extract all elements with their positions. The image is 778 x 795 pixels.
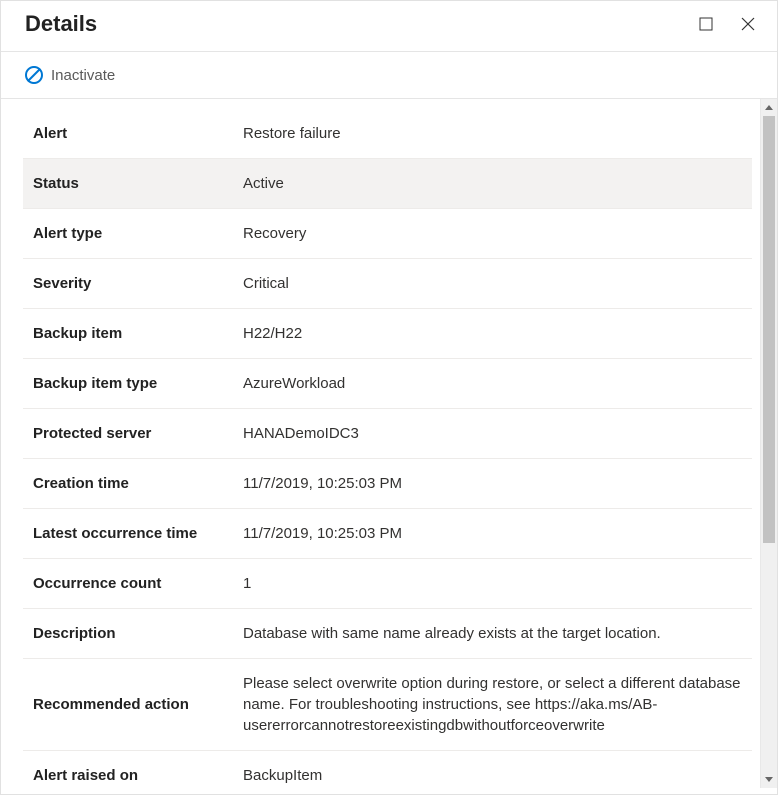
- maximize-button[interactable]: [697, 15, 715, 33]
- inactivate-button[interactable]: Inactivate: [25, 64, 115, 86]
- row-value: BackupItem: [233, 751, 752, 789]
- row-label: Alert raised on: [23, 751, 233, 789]
- details-table: AlertRestore failureStatusActiveAlert ty…: [23, 109, 752, 788]
- row-label: Occurrence count: [23, 559, 233, 609]
- title-bar: Details: [1, 1, 777, 52]
- row-label: Alert: [23, 109, 233, 159]
- details-content: AlertRestore failureStatusActiveAlert ty…: [1, 99, 760, 788]
- row-value: 11/7/2019, 10:25:03 PM: [233, 459, 752, 509]
- row-label: Backup item type: [23, 359, 233, 409]
- row-label: Creation time: [23, 459, 233, 509]
- toolbar: Inactivate: [1, 52, 777, 99]
- row-value: Restore failure: [233, 109, 752, 159]
- table-row: SeverityCritical: [23, 259, 752, 309]
- row-label: Recommended action: [23, 659, 233, 751]
- table-row: Occurrence count1: [23, 559, 752, 609]
- row-value: Active: [233, 159, 752, 209]
- table-row: Alert raised onBackupItem: [23, 751, 752, 789]
- row-value: Critical: [233, 259, 752, 309]
- row-value: AzureWorkload: [233, 359, 752, 409]
- scroll-down-arrow[interactable]: [761, 771, 777, 788]
- close-button[interactable]: [739, 15, 757, 33]
- row-label: Protected server: [23, 409, 233, 459]
- window-title: Details: [25, 11, 97, 37]
- scroll-up-arrow[interactable]: [761, 99, 777, 116]
- table-row: Backup item typeAzureWorkload: [23, 359, 752, 409]
- table-row: Alert typeRecovery: [23, 209, 752, 259]
- table-row: Latest occurrence time11/7/2019, 10:25:0…: [23, 509, 752, 559]
- ban-icon: [25, 66, 43, 84]
- table-row: AlertRestore failure: [23, 109, 752, 159]
- vertical-scrollbar[interactable]: [760, 99, 777, 788]
- row-value: H22/H22: [233, 309, 752, 359]
- row-label: Status: [23, 159, 233, 209]
- row-value: HANADemoIDC3: [233, 409, 752, 459]
- maximize-icon: [699, 17, 713, 31]
- row-value: 1: [233, 559, 752, 609]
- row-value: Database with same name already exists a…: [233, 609, 752, 659]
- inactivate-label: Inactivate: [51, 67, 115, 84]
- close-icon: [741, 17, 755, 31]
- row-value: 11/7/2019, 10:25:03 PM: [233, 509, 752, 559]
- row-value: Recovery: [233, 209, 752, 259]
- table-row: Protected serverHANADemoIDC3: [23, 409, 752, 459]
- scrollbar-thumb[interactable]: [763, 116, 775, 543]
- row-label: Alert type: [23, 209, 233, 259]
- row-label: Description: [23, 609, 233, 659]
- window-controls: [697, 15, 757, 33]
- table-row: StatusActive: [23, 159, 752, 209]
- table-row: Creation time11/7/2019, 10:25:03 PM: [23, 459, 752, 509]
- row-value: Please select overwrite option during re…: [233, 659, 752, 751]
- table-row: Recommended actionPlease select overwrit…: [23, 659, 752, 751]
- row-label: Latest occurrence time: [23, 509, 233, 559]
- table-row: Backup itemH22/H22: [23, 309, 752, 359]
- row-label: Severity: [23, 259, 233, 309]
- table-row: DescriptionDatabase with same name alrea…: [23, 609, 752, 659]
- row-label: Backup item: [23, 309, 233, 359]
